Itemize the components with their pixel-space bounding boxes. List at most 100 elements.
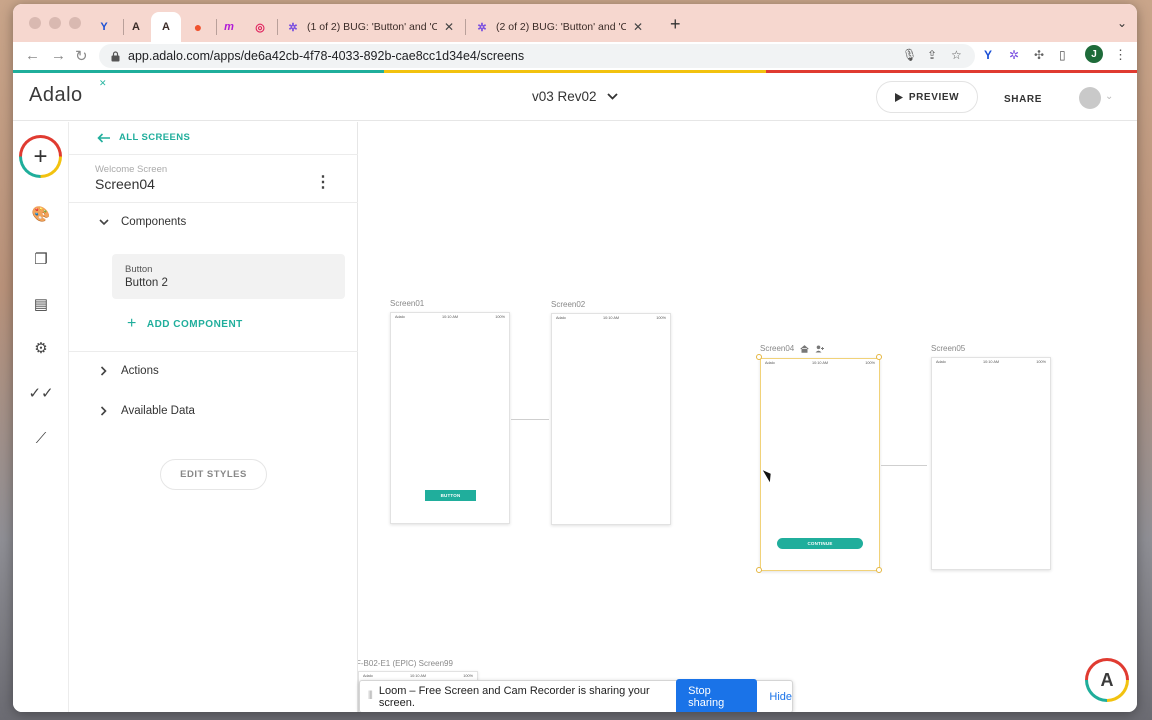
resize-handle[interactable] [756, 567, 762, 573]
close-tab-icon[interactable]: ✕ [633, 20, 643, 34]
preview-button[interactable]: PREVIEW [876, 81, 978, 113]
status-bar: Adalo 10:10 AM 100% [552, 314, 670, 321]
screen-thumbnail-screen02[interactable]: Adalo 10:10 AM 100% [551, 313, 671, 525]
carrier: Adalo [936, 359, 946, 364]
chevron-down-icon [606, 93, 618, 100]
more-menu-icon[interactable]: ⋮ [1114, 47, 1127, 63]
time: 10:10 AM [409, 673, 427, 678]
chevron-right-icon [100, 366, 107, 376]
home-icon [800, 344, 809, 353]
asterisk-icon: ✲ [477, 21, 487, 34]
screen-thumbnail-screen05[interactable]: Adalo 10:10 AM 100% [931, 357, 1051, 570]
add-component-button[interactable]: + ADD COMPONENT [127, 315, 243, 333]
add-component-label: ADD COMPONENT [146, 318, 243, 330]
screens-icon[interactable]: ❐ [31, 249, 51, 269]
pinned-tab-orange[interactable]: ● [183, 12, 213, 42]
forward-arrow-icon[interactable]: → [51, 47, 66, 64]
tab-bug-2[interactable]: ✲ (2 of 2) BUG: 'Button' and 'Clic ✕ [467, 12, 651, 42]
carrier: Adalo [363, 673, 373, 678]
asterisk-icon: ✲ [288, 21, 298, 34]
screen-menu-icon[interactable]: ⋮ [315, 172, 331, 192]
pinned-tab-adalo-active[interactable]: A [151, 12, 181, 42]
orange-circle-icon: ● [193, 19, 203, 35]
minimize-window-button[interactable] [49, 17, 61, 29]
close-tab-icon[interactable]: ✕ [444, 20, 454, 34]
close-window-button[interactable] [29, 17, 41, 29]
battery: 100% [656, 315, 666, 320]
adalo-help-button[interactable]: A [1085, 658, 1129, 702]
version-selector[interactable]: v03 Rev02 [532, 89, 618, 104]
sidebar-icon[interactable]: ▯ [1059, 48, 1066, 62]
profile-avatar[interactable]: J [1085, 45, 1103, 63]
adalo-a-icon: A [162, 21, 170, 33]
pinned-tab-adalo[interactable]: A [121, 12, 151, 42]
stop-sharing-button[interactable]: Stop sharing [676, 678, 758, 712]
new-tab-icon[interactable]: + [670, 14, 681, 35]
pinned-tab-m[interactable]: m [214, 12, 244, 42]
publish-check-icon[interactable]: ✓✓ [28, 383, 53, 403]
screens-canvas[interactable]: Screen01 Adalo 10:10 AM 100% BUTTON Screen… [358, 122, 1137, 712]
screen-thumbnail-screen04[interactable]: Adalo 10:10 AM 100% CONTINUE [760, 358, 880, 571]
all-screens-label: ALL SCREENS [119, 132, 191, 143]
address-bar[interactable]: app.adalo.com/apps/de6a42cb-4f78-4033-89… [99, 44, 975, 68]
button-label: CONTINUE [807, 541, 833, 546]
available-data-section[interactable]: Available Data [99, 405, 195, 417]
component-name: Button 2 [125, 277, 168, 289]
time: 10:10 AM [811, 360, 829, 365]
components-section[interactable]: Components [99, 216, 186, 228]
plus-icon: + [127, 315, 137, 332]
edit-styles-button[interactable]: EDIT STYLES [160, 459, 267, 490]
link-arrow [881, 465, 927, 466]
time: 10:10 AM [982, 359, 1000, 364]
left-rail: + 🎨 ❐ ▤ ⚙ ✓✓ ⟋ [13, 122, 69, 712]
version-label: v03 Rev02 [532, 89, 597, 104]
button-component[interactable]: BUTTON [425, 490, 476, 501]
pinned-tab-v[interactable]: Y [89, 12, 119, 42]
palette-icon[interactable]: 🎨 [31, 204, 51, 224]
gear-icon[interactable]: ⚙ [31, 338, 51, 358]
component-item[interactable]: Button Button 2 [112, 254, 345, 299]
screen-label[interactable]: Screen01 [390, 299, 424, 308]
resize-handle[interactable] [876, 354, 882, 360]
tab-bug-1[interactable]: ✲ (1 of 2) BUG: 'Button' and 'Clic ✕ [278, 12, 462, 42]
pinned-tab-target[interactable]: ◎ [245, 12, 275, 42]
available-data-label: Available Data [121, 405, 195, 417]
database-icon[interactable]: ▤ [31, 294, 51, 314]
share-page-icon[interactable]: ⇪ [927, 48, 937, 62]
back-arrow-icon[interactable]: ← [25, 47, 40, 64]
screen-label[interactable]: Screen05 [931, 344, 965, 353]
screen-label[interactable]: Screen04 [760, 344, 825, 353]
actions-section[interactable]: Actions [99, 365, 159, 377]
microphone-icon[interactable]: 🎙 [902, 48, 917, 62]
analytics-icon[interactable]: ⟋ [31, 428, 51, 448]
v-extension-icon[interactable]: Y [984, 48, 992, 62]
chevron-right-icon [100, 406, 107, 416]
add-button[interactable]: + [19, 135, 62, 178]
v-logo-icon: Y [100, 21, 108, 33]
chevron-down-icon[interactable]: ⌄ [1117, 16, 1127, 30]
chevron-down-icon[interactable]: ⌄ [1105, 91, 1113, 102]
status-bar: Adalo 10:10 AM 100% [932, 358, 1050, 365]
asterisk-extension-icon[interactable]: ✲ [1009, 48, 1019, 62]
user-avatar-icon[interactable] [1079, 87, 1101, 109]
screen-name[interactable]: Screen04 [95, 176, 155, 192]
carrier: Adalo [765, 360, 775, 365]
screen-label-text: Screen04 [760, 344, 795, 353]
lock-icon [111, 50, 120, 61]
drag-handle-icon[interactable]: ⦀ [368, 690, 373, 703]
screen-label[interactable]: F-B02-E1 (EPIC) Screen99 [358, 659, 453, 668]
screen-thumbnail-screen01[interactable]: Adalo 10:10 AM 100% BUTTON [390, 312, 510, 524]
star-icon[interactable]: ☆ [951, 48, 962, 62]
puzzle-icon[interactable]: ✣ [1034, 48, 1044, 62]
reload-icon[interactable]: ↻ [75, 47, 88, 65]
continue-button-component[interactable]: CONTINUE [777, 538, 863, 549]
share-button[interactable]: SHARE [1004, 94, 1042, 105]
window-controls [29, 17, 81, 29]
hide-button[interactable]: Hide [769, 691, 792, 703]
adalo-logo[interactable]: Adalo ✕ [29, 78, 107, 107]
screen-label[interactable]: Screen02 [551, 300, 585, 309]
zoom-window-button[interactable] [69, 17, 81, 29]
all-screens-link[interactable]: ALL SCREENS [97, 132, 190, 143]
resize-handle[interactable] [756, 354, 762, 360]
resize-handle[interactable] [876, 567, 882, 573]
